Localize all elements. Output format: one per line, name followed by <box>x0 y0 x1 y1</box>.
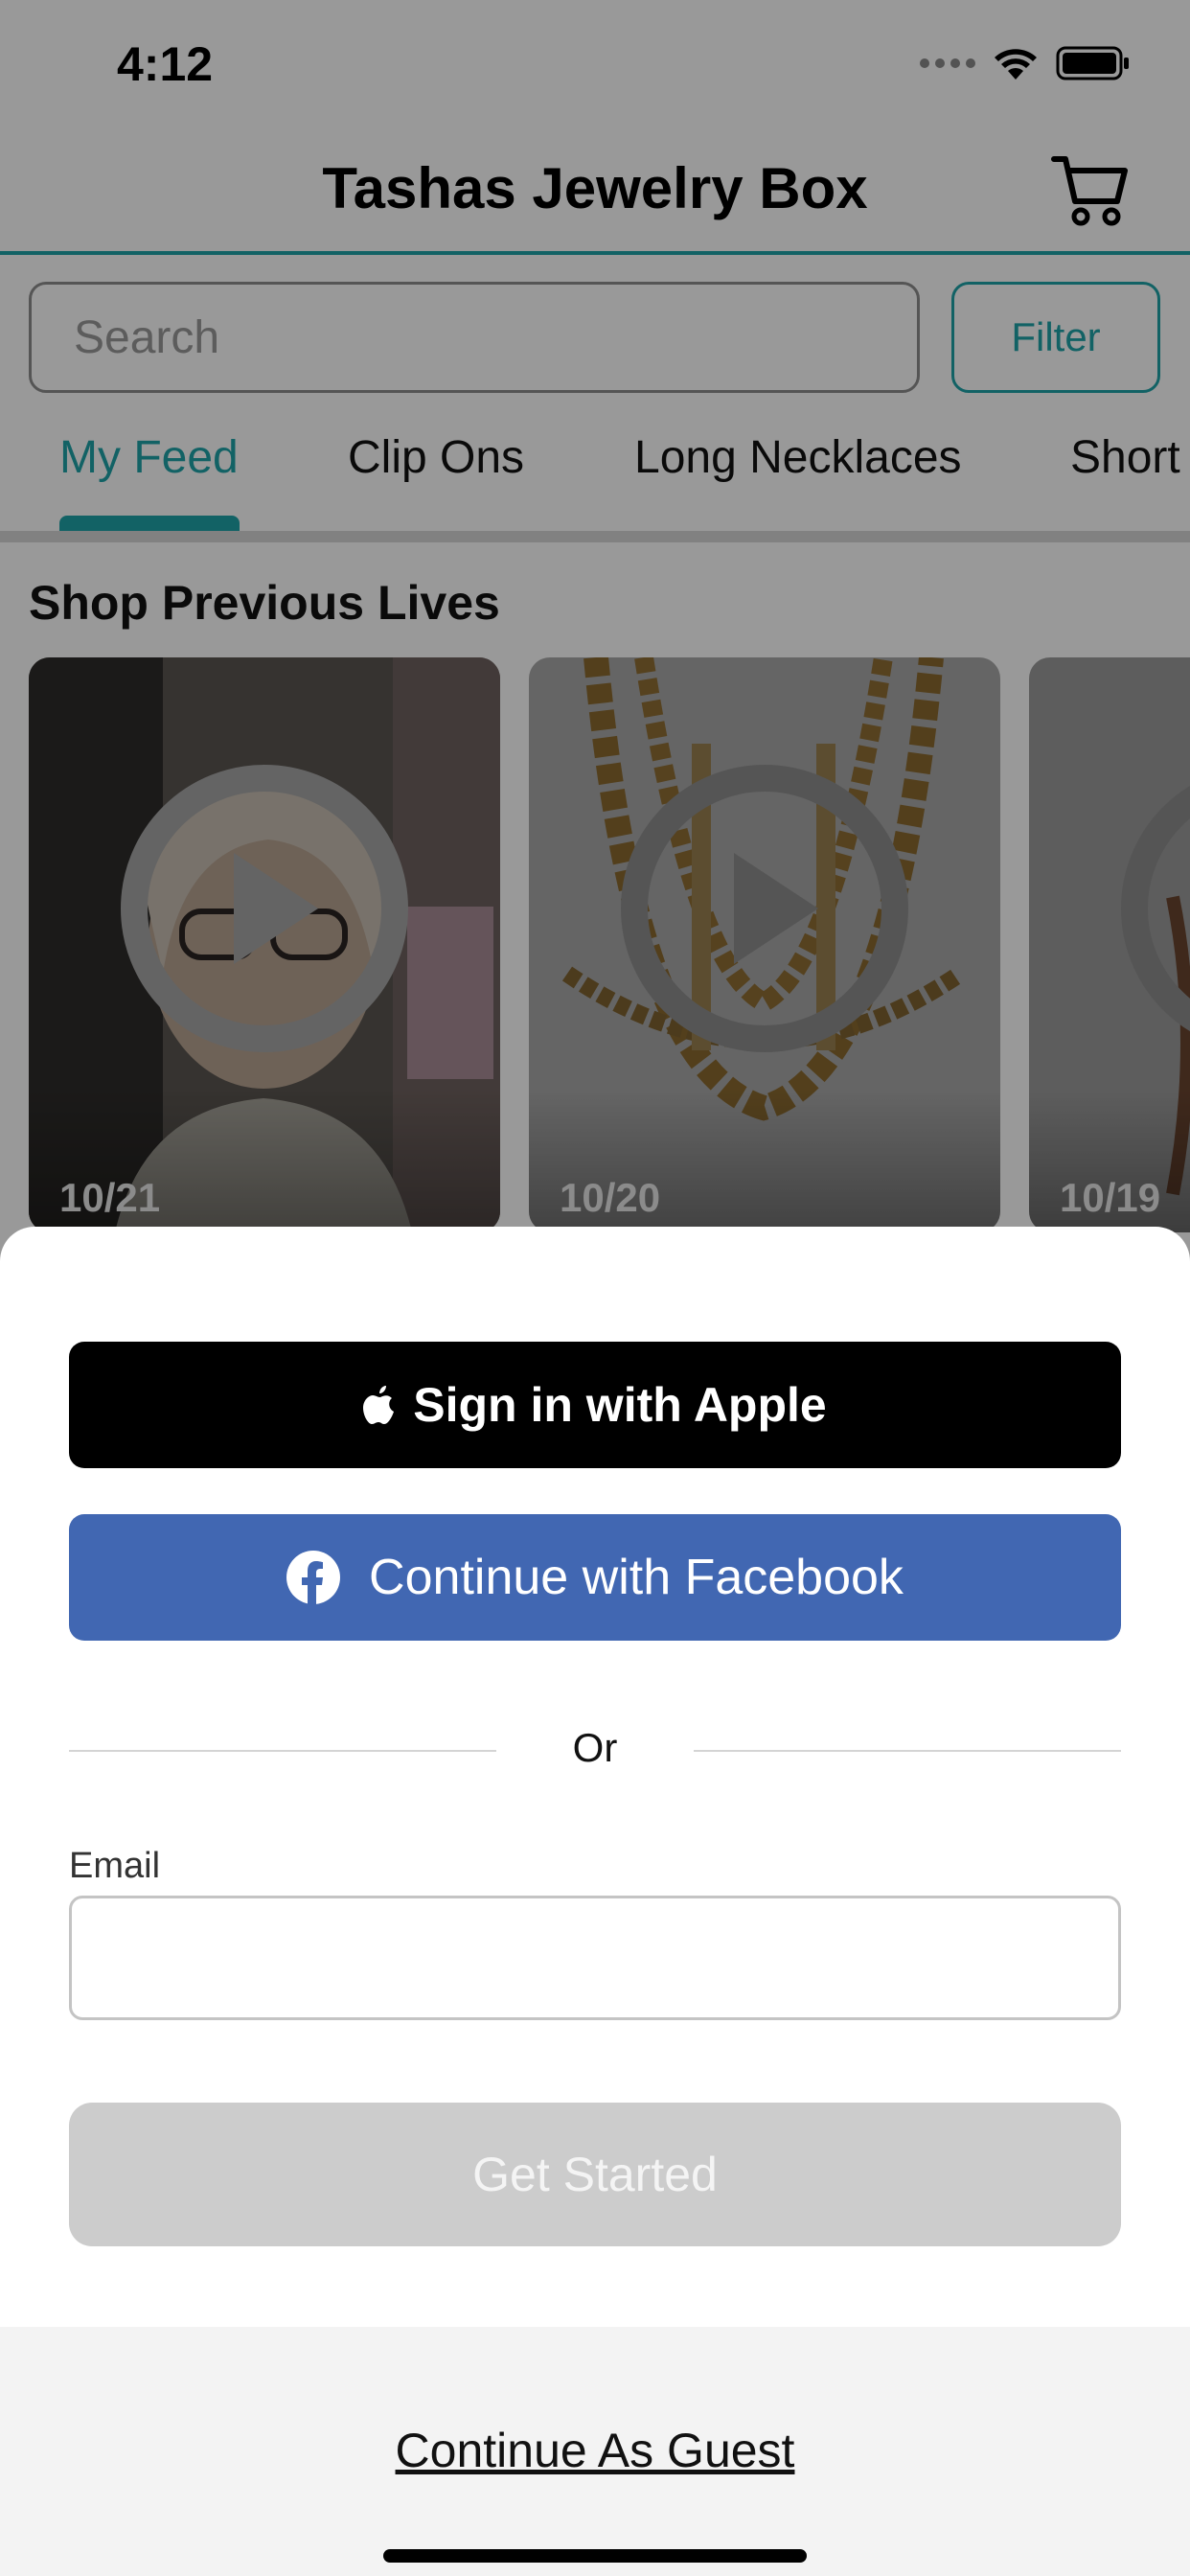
email-field[interactable] <box>69 1896 1121 2020</box>
continue-with-facebook-button[interactable]: Continue with Facebook <box>69 1514 1121 1641</box>
apple-logo-icon <box>363 1386 395 1424</box>
app-screen: 4:12 Tashas Jewelry Box Search Filter My… <box>0 0 1190 2576</box>
email-label: Email <box>69 1846 161 1886</box>
get-started-button[interactable]: Get Started <box>69 2103 1121 2246</box>
sign-in-with-apple-button[interactable]: Sign in with Apple <box>69 1342 1121 1468</box>
or-divider: Or <box>69 1721 1121 1779</box>
sheet-footer: Continue As Guest <box>0 2327 1190 2576</box>
facebook-logo-icon <box>286 1551 341 1604</box>
home-indicator <box>383 2549 807 2563</box>
facebook-button-label: Continue with Facebook <box>369 1550 904 1605</box>
sign-in-sheet: Sign in with Apple Continue with Faceboo… <box>0 1227 1190 2576</box>
apple-button-label: Sign in with Apple <box>413 1378 827 1432</box>
continue-as-guest-link[interactable]: Continue As Guest <box>0 2423 1190 2478</box>
or-label: Or <box>572 1725 618 1770</box>
